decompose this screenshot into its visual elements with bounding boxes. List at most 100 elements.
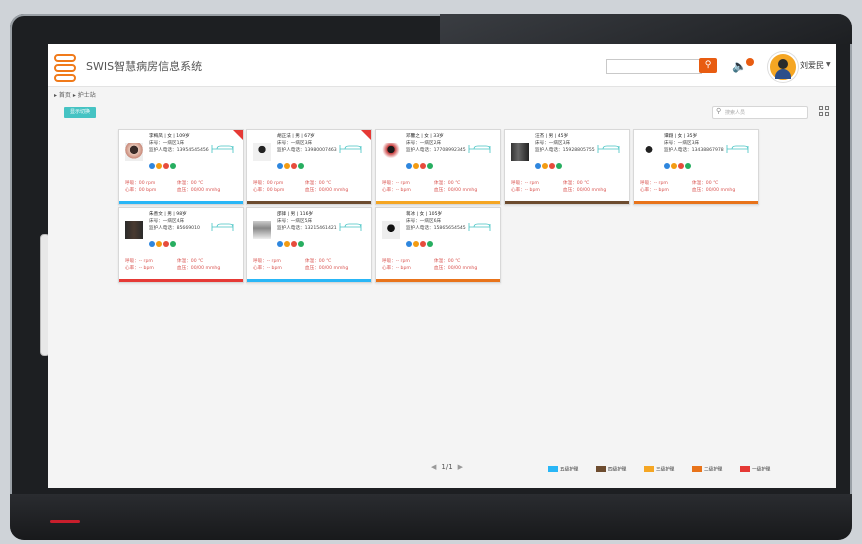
status-dot-icon[interactable] bbox=[535, 163, 541, 169]
vital-heart-rate: 心率：00 bpm bbox=[125, 188, 157, 193]
user-avatar[interactable] bbox=[768, 52, 798, 82]
status-dot-icon[interactable] bbox=[413, 163, 419, 169]
legend-swatch bbox=[740, 466, 750, 472]
search-button[interactable]: ⚲ bbox=[699, 58, 717, 73]
status-dot-icon[interactable] bbox=[427, 163, 433, 169]
patient-name: 李梅凤 | 女 | 109岁 bbox=[149, 134, 190, 139]
status-dot-icon[interactable] bbox=[284, 241, 290, 247]
patient-bed: 床号：一病区2床 bbox=[406, 141, 442, 146]
status-dot-icon[interactable] bbox=[284, 163, 290, 169]
status-dot-icon[interactable] bbox=[298, 163, 304, 169]
status-dot-icon[interactable] bbox=[420, 241, 426, 247]
bed-icon bbox=[211, 145, 234, 153]
status-dot-icon[interactable] bbox=[406, 163, 412, 169]
status-dot-icon[interactable] bbox=[556, 163, 562, 169]
status-dot-icon[interactable] bbox=[664, 163, 670, 169]
page-indicator: 1/1 bbox=[441, 463, 453, 471]
patient-bed: 床号：一病区4床 bbox=[149, 219, 185, 224]
legend-item: 三级护理 bbox=[644, 466, 674, 474]
legend-item: 四级护理 bbox=[596, 466, 626, 474]
status-dot-icon[interactable] bbox=[163, 163, 169, 169]
status-dot-icon[interactable] bbox=[277, 241, 283, 247]
care-level-stripe bbox=[247, 201, 371, 204]
status-dot-icon[interactable] bbox=[170, 241, 176, 247]
status-dot-icon[interactable] bbox=[277, 163, 283, 169]
legend-label: 一级护理 bbox=[752, 467, 771, 473]
status-dot-icon[interactable] bbox=[542, 163, 548, 169]
status-dot-icon[interactable] bbox=[156, 241, 162, 247]
vital-temperature: 体温：00 ℃ bbox=[434, 259, 461, 264]
vital-respiration: 呼吸：00 rpm bbox=[125, 181, 156, 186]
legend-item: 二级护理 bbox=[692, 466, 722, 474]
patient-card[interactable]: 邵锋 | 男 | 116岁 床号：一病区5床 监护人电话：13215461421 呼吸… bbox=[246, 207, 372, 283]
app-title: SWIS智慧病房信息系统 bbox=[86, 60, 203, 73]
status-dot-icon[interactable] bbox=[406, 241, 412, 247]
patient-bed: 床号：一病区3床 bbox=[535, 141, 571, 146]
patient-card[interactable]: 谭翔 | 女 | 35岁 床号：一病区3床 监护人电话：13438867978 呼吸：… bbox=[633, 129, 759, 205]
patient-photo bbox=[382, 143, 400, 161]
status-icons bbox=[535, 154, 563, 169]
status-dot-icon[interactable] bbox=[671, 163, 677, 169]
pagination: ◀ 1/1 ▶ bbox=[426, 463, 468, 471]
legend-label: 二级护理 bbox=[704, 467, 723, 473]
patient-card[interactable]: 李梅凤 | 女 | 109岁 床号：一病区1床 监护人电话：13954545456 呼… bbox=[118, 129, 244, 205]
patient-name: 朱善文 | 男 | 98岁 bbox=[149, 212, 187, 217]
new-badge bbox=[233, 130, 243, 140]
vital-temperature: 体温：00 ℃ bbox=[563, 181, 590, 186]
patient-name: 蒋冰 | 女 | 105岁 bbox=[406, 212, 443, 217]
guardian-phone: 监护人电话：13438867978 bbox=[664, 148, 724, 153]
grid-view-icon[interactable] bbox=[819, 106, 829, 116]
patient-card[interactable]: 汪杰 | 男 | 45岁 床号：一病区3床 监护人电话：15928805755 呼吸：… bbox=[504, 129, 630, 205]
next-page-icon[interactable]: ▶ bbox=[458, 463, 463, 471]
patient-card[interactable]: 胡正法 | 男 | 67岁 床号：一病区3床 监护人电话：13980007463 呼吸… bbox=[246, 129, 372, 205]
status-dot-icon[interactable] bbox=[420, 163, 426, 169]
patient-search-input[interactable]: ⚲ 搜索人员 bbox=[712, 106, 808, 119]
status-dot-icon[interactable] bbox=[163, 241, 169, 247]
legend-label: 五级护理 bbox=[560, 467, 579, 473]
vital-respiration: 呼吸：-- rpm bbox=[382, 259, 410, 264]
status-dot-icon[interactable] bbox=[413, 241, 419, 247]
speaker-icon[interactable]: 🔈 bbox=[732, 59, 747, 73]
global-search-input[interactable] bbox=[606, 59, 702, 74]
status-icons bbox=[277, 232, 305, 247]
vital-temperature: 体温：00 ℃ bbox=[305, 259, 332, 264]
patient-bed: 床号：一病区6床 bbox=[406, 219, 442, 224]
new-badge bbox=[361, 130, 371, 140]
chevron-down-icon[interactable]: ▼ bbox=[826, 61, 831, 68]
patient-name: 谭翔 | 女 | 35岁 bbox=[664, 134, 698, 139]
vital-temperature: 体温：00 ℃ bbox=[177, 259, 204, 264]
patient-bed: 床号：一病区5床 bbox=[277, 219, 313, 224]
patient-photo bbox=[640, 143, 658, 161]
power-led bbox=[50, 520, 80, 523]
patient-card[interactable]: 朱善文 | 男 | 98岁 床号：一病区4床 监护人电话：85669010 呼吸：--… bbox=[118, 207, 244, 283]
legend-swatch bbox=[644, 466, 654, 472]
status-dot-icon[interactable] bbox=[291, 241, 297, 247]
status-dot-icon[interactable] bbox=[149, 163, 155, 169]
status-dot-icon[interactable] bbox=[549, 163, 555, 169]
care-level-stripe bbox=[247, 279, 371, 282]
status-dot-icon[interactable] bbox=[149, 241, 155, 247]
status-dot-icon[interactable] bbox=[291, 163, 297, 169]
status-dot-icon[interactable] bbox=[156, 163, 162, 169]
bed-icon bbox=[726, 145, 749, 153]
status-dot-icon[interactable] bbox=[298, 241, 304, 247]
top-bar: SWIS智慧病房信息系统 ⚲ 🔈 刘爱民 ▼ bbox=[48, 44, 836, 87]
display-toggle-button[interactable]: 显示切换 bbox=[64, 107, 96, 118]
status-dot-icon[interactable] bbox=[170, 163, 176, 169]
prev-page-icon[interactable]: ◀ bbox=[431, 463, 436, 471]
status-icons bbox=[406, 154, 434, 169]
vital-blood-pressure: 血压：00/00 mmhg bbox=[305, 188, 349, 193]
status-dot-icon[interactable] bbox=[678, 163, 684, 169]
status-dot-icon[interactable] bbox=[427, 241, 433, 247]
breadcrumb[interactable]: ▸ 首页 ▸ 护士站 bbox=[54, 90, 96, 99]
guardian-phone: 监护人电话：85669010 bbox=[149, 226, 200, 231]
vital-heart-rate: 心率：-- bpm bbox=[253, 266, 282, 271]
patient-card[interactable]: 邓馨之 | 女 | 33岁 床号：一病区2床 监护人电话：17708992345 呼吸… bbox=[375, 129, 501, 205]
patient-photo bbox=[253, 143, 271, 161]
monitor-chin bbox=[10, 494, 852, 540]
status-dot-icon[interactable] bbox=[685, 163, 691, 169]
patient-name: 胡正法 | 男 | 67岁 bbox=[277, 134, 315, 139]
patient-photo bbox=[253, 221, 271, 239]
patient-card[interactable]: 蒋冰 | 女 | 105岁 床号：一病区6床 监护人电话：15865654545 呼吸… bbox=[375, 207, 501, 283]
user-name[interactable]: 刘爱民 bbox=[800, 60, 824, 71]
